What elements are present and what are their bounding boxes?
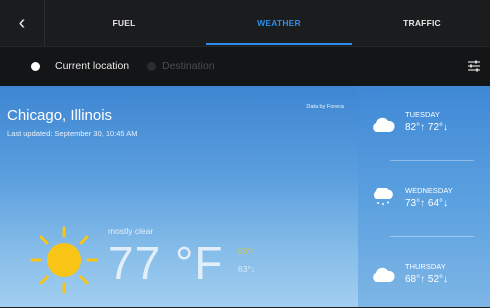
current-location-radio[interactable] — [31, 62, 40, 71]
forecast-item-tuesday[interactable]: TUESDAY 82°↑ 72°↓ — [358, 86, 490, 158]
destination-radio[interactable] — [147, 62, 156, 71]
tab-fuel[interactable]: FUEL — [44, 0, 204, 46]
current-location-label[interactable]: Current location — [55, 60, 129, 72]
forecast-temps: 68°↑ 52°↓ — [405, 274, 449, 285]
active-tab-indicator — [206, 43, 352, 45]
destination-label[interactable]: Destination — [162, 60, 215, 72]
tab-weather[interactable]: WEATHER — [204, 0, 354, 46]
low-temperature: 63°↓ — [238, 264, 256, 274]
cloud-icon — [373, 267, 395, 282]
back-button[interactable]: ‹ — [0, 0, 45, 46]
high-temperature: 85°↑ — [238, 246, 256, 256]
last-updated: Last updated: September 30, 10:45 AM — [7, 129, 138, 138]
forecast-divider — [390, 160, 474, 161]
forecast-day: TUESDAY — [405, 110, 440, 119]
top-tab-bar: ‹ FUEL WEATHER TRAFFIC — [0, 0, 490, 46]
forecast-temps: 82°↑ 72°↓ — [405, 122, 449, 133]
city-name: Chicago, Illinois — [7, 107, 113, 124]
cloud-icon — [373, 117, 395, 132]
forecast-day: THURSDAY — [405, 262, 446, 271]
sliders-icon[interactable] — [467, 59, 481, 73]
forecast-temps: 73°↑ 64°↓ — [405, 198, 449, 209]
sun-icon — [30, 226, 98, 294]
chevron-left-icon: ‹ — [18, 11, 26, 34]
tab-traffic[interactable]: TRAFFIC — [354, 0, 490, 46]
weather-condition: mostly clear — [108, 226, 154, 236]
forecast-item-wednesday[interactable]: WEDNESDAY 73°↑ 64°↓ — [358, 162, 490, 234]
data-credit: Data by Foreca — [306, 104, 344, 110]
location-selector: Current location Destination — [0, 46, 490, 87]
current-weather-panel: Chicago, Illinois Last updated: Septembe… — [0, 86, 358, 307]
forecast-day: WEDNESDAY — [405, 186, 453, 195]
cloud-rain-icon — [374, 188, 393, 205]
current-temperature: 77 °F — [108, 237, 224, 289]
forecast-panel: TUESDAY 82°↑ 72°↓ WEDNESDAY 73°↑ 64°↓ TH… — [358, 86, 490, 307]
forecast-item-thursday[interactable]: THURSDAY 68°↑ 52°↓ — [358, 236, 490, 308]
